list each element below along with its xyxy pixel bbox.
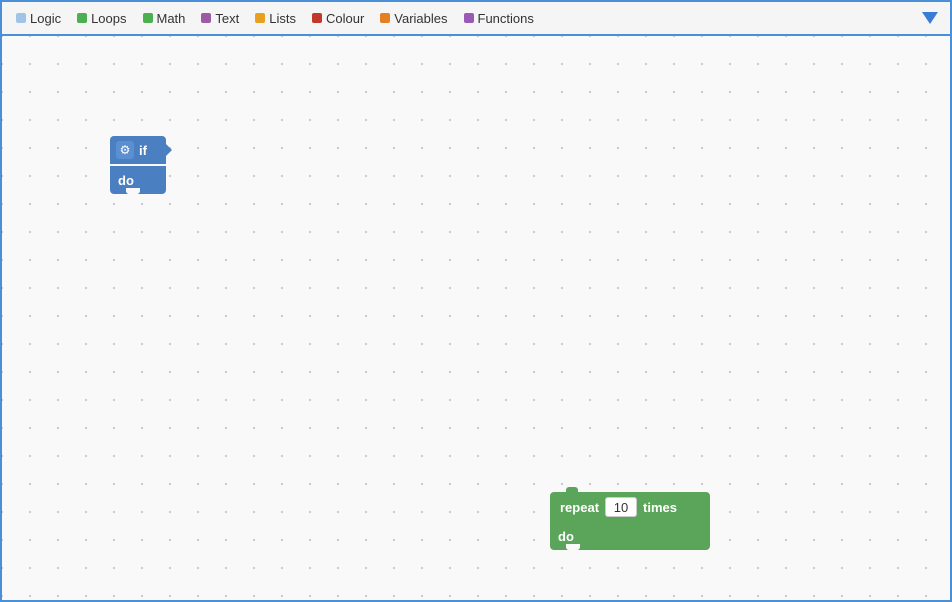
logic-label: Logic xyxy=(30,11,61,26)
repeat-do-label: do xyxy=(558,529,574,544)
repeat-label: repeat xyxy=(560,500,599,515)
toolbar-item-text[interactable]: Text xyxy=(193,9,247,28)
gear-icon: ⚙ xyxy=(116,141,134,159)
times-label: times xyxy=(643,500,677,515)
functions-label: Functions xyxy=(478,11,534,26)
loops-dot-icon xyxy=(77,13,87,23)
repeat-block[interactable]: repeat 10 times do xyxy=(550,492,710,550)
toolbar-item-functions[interactable]: Functions xyxy=(456,9,542,28)
repeat-number-input[interactable]: 10 xyxy=(605,497,637,517)
repeat-block-header: repeat 10 times xyxy=(550,492,710,522)
toolbar-item-colour[interactable]: Colour xyxy=(304,9,372,28)
toolbar-item-logic[interactable]: Logic xyxy=(8,9,69,28)
toolbar-item-lists[interactable]: Lists xyxy=(247,9,304,28)
functions-dot-icon xyxy=(464,13,474,23)
do-label: do xyxy=(118,173,134,188)
lists-label: Lists xyxy=(269,11,296,26)
repeat-block-do: do xyxy=(550,522,710,550)
canvas-area[interactable]: ⚙ if do repeat 10 times do xyxy=(2,36,950,600)
colour-dot-icon xyxy=(312,13,322,23)
math-dot-icon xyxy=(143,13,153,23)
if-block-do: do xyxy=(110,166,166,194)
variables-dot-icon xyxy=(380,13,390,23)
logic-dot-icon xyxy=(16,13,26,23)
math-label: Math xyxy=(157,11,186,26)
if-block[interactable]: ⚙ if do xyxy=(110,136,166,194)
lists-dot-icon xyxy=(255,13,265,23)
if-label: if xyxy=(139,143,147,158)
if-block-header: ⚙ if xyxy=(110,136,166,164)
variables-label: Variables xyxy=(394,11,447,26)
toolbar: Logic Loops Math Text Lists Colour Variables Fu… xyxy=(2,2,950,36)
colour-label: Colour xyxy=(326,11,364,26)
toolbar-item-variables[interactable]: Variables xyxy=(372,9,455,28)
loops-label: Loops xyxy=(91,11,126,26)
text-dot-icon xyxy=(201,13,211,23)
toolbar-item-loops[interactable]: Loops xyxy=(69,9,134,28)
app-container: Logic Loops Math Text Lists Colour Variables Fu… xyxy=(0,0,952,602)
toolbar-item-math[interactable]: Math xyxy=(135,9,194,28)
text-label: Text xyxy=(215,11,239,26)
dropdown-arrow-icon[interactable] xyxy=(922,12,938,24)
